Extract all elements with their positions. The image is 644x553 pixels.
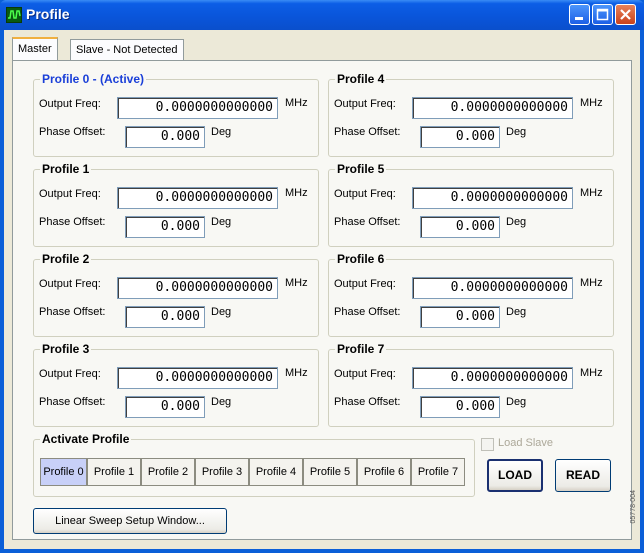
activate-profile-0-button[interactable]: Profile 0 [40, 458, 87, 486]
phase-offset-label: Phase Offset: [39, 216, 106, 228]
output-freq-field[interactable]: 0.0000000000000 [412, 187, 573, 209]
load-button[interactable]: LOAD [487, 459, 543, 492]
deg-label: Deg [506, 216, 527, 228]
deg-label: Deg [211, 396, 232, 408]
minimize-icon [575, 17, 583, 20]
mhz-label: MHz [580, 187, 603, 199]
phase-offset-field[interactable]: 0.000 [125, 396, 205, 418]
phase-offset-label: Phase Offset: [39, 396, 106, 408]
profile-title: Profile 4 [335, 72, 387, 86]
read-button[interactable]: READ [555, 459, 611, 492]
phase-offset-label: Phase Offset: [334, 216, 401, 228]
profile-title: Profile 0 - (Active) [40, 72, 147, 86]
activate-profile-4-button[interactable]: Profile 4 [249, 458, 303, 486]
phase-offset-field[interactable]: 0.000 [125, 306, 205, 328]
output-freq-field[interactable]: 0.0000000000000 [412, 367, 573, 389]
profile-group-3: Profile 3 Output Freq: 0.0000000000000 M… [33, 342, 319, 427]
tab-master[interactable]: Master [12, 37, 58, 60]
minimize-button[interactable] [569, 4, 590, 25]
phase-offset-field[interactable]: 0.000 [420, 216, 500, 238]
mhz-label: MHz [285, 97, 308, 109]
phase-offset-field[interactable]: 0.000 [420, 126, 500, 148]
activate-profile-title: Activate Profile [40, 432, 132, 446]
deg-label: Deg [506, 126, 527, 138]
activate-profile-7-button[interactable]: Profile 7 [411, 458, 465, 486]
output-freq-label: Output Freq: [39, 188, 101, 200]
output-freq-field[interactable]: 0.0000000000000 [117, 97, 278, 119]
output-freq-label: Output Freq: [334, 368, 396, 380]
profile-group-1: Profile 1 Output Freq: 0.0000000000000 M… [33, 162, 319, 247]
mhz-label: MHz [580, 97, 603, 109]
output-freq-field[interactable]: 0.0000000000000 [412, 277, 573, 299]
linear-sweep-setup-button[interactable]: Linear Sweep Setup Window... [33, 508, 227, 534]
close-button[interactable] [615, 4, 636, 25]
client-area: Master Slave - Not Detected Profile 0 - … [4, 30, 640, 549]
activate-profile-2-button[interactable]: Profile 2 [141, 458, 195, 486]
output-freq-label: Output Freq: [39, 368, 101, 380]
profile-group-0: Profile 0 - (Active) Output Freq: 0.0000… [33, 72, 319, 157]
output-freq-label: Output Freq: [334, 278, 396, 290]
phase-offset-label: Phase Offset: [39, 306, 106, 318]
waveform-icon [6, 7, 22, 23]
profile-group-7: Profile 7 Output Freq: 0.0000000000000 M… [328, 342, 614, 427]
output-freq-field[interactable]: 0.0000000000000 [117, 367, 278, 389]
master-tab-panel: Profile 0 - (Active) Output Freq: 0.0000… [12, 60, 632, 540]
window-title: Profile [26, 6, 70, 22]
activate-profile-5-button[interactable]: Profile 5 [303, 458, 357, 486]
profile-group-2: Profile 2 Output Freq: 0.0000000000000 M… [33, 252, 319, 337]
load-slave-checkbox[interactable] [481, 438, 494, 451]
maximize-button[interactable] [592, 4, 613, 25]
phase-offset-label: Phase Offset: [39, 126, 106, 138]
title-bar[interactable]: Profile [0, 0, 644, 30]
profile-title: Profile 7 [335, 342, 387, 356]
mhz-label: MHz [580, 367, 603, 379]
figure-code: 05778-004 [630, 490, 637, 524]
close-icon [620, 9, 631, 20]
profile-group-4: Profile 4 Output Freq: 0.0000000000000 M… [328, 72, 614, 157]
profile-title: Profile 5 [335, 162, 387, 176]
mhz-label: MHz [285, 367, 308, 379]
phase-offset-label: Phase Offset: [334, 396, 401, 408]
output-freq-label: Output Freq: [334, 188, 396, 200]
output-freq-field[interactable]: 0.0000000000000 [412, 97, 573, 119]
output-freq-label: Output Freq: [39, 98, 101, 110]
load-slave-label: Load Slave [498, 437, 554, 449]
profile-title: Profile 2 [40, 252, 92, 266]
phase-offset-field[interactable]: 0.000 [125, 126, 205, 148]
phase-offset-label: Phase Offset: [334, 306, 401, 318]
deg-label: Deg [506, 396, 527, 408]
activate-profile-group: Activate Profile Profile 0 Profile 1 Pro… [33, 432, 475, 497]
profile-window: Profile Master Slave - Not Detected Prof… [0, 0, 644, 553]
mhz-label: MHz [580, 277, 603, 289]
output-freq-label: Output Freq: [334, 98, 396, 110]
activate-profile-3-button[interactable]: Profile 3 [195, 458, 249, 486]
activate-profile-1-button[interactable]: Profile 1 [87, 458, 141, 486]
phase-offset-field[interactable]: 0.000 [420, 306, 500, 328]
tab-slave[interactable]: Slave - Not Detected [70, 39, 184, 60]
profile-title: Profile 3 [40, 342, 92, 356]
output-freq-field[interactable]: 0.0000000000000 [117, 277, 278, 299]
mhz-label: MHz [285, 277, 308, 289]
maximize-icon [596, 8, 609, 21]
activate-profile-6-button[interactable]: Profile 6 [357, 458, 411, 486]
output-freq-label: Output Freq: [39, 278, 101, 290]
mhz-label: MHz [285, 187, 308, 199]
phase-offset-field[interactable]: 0.000 [420, 396, 500, 418]
phase-offset-label: Phase Offset: [334, 126, 401, 138]
deg-label: Deg [211, 306, 232, 318]
profile-group-6: Profile 6 Output Freq: 0.0000000000000 M… [328, 252, 614, 337]
output-freq-field[interactable]: 0.0000000000000 [117, 187, 278, 209]
profile-group-5: Profile 5 Output Freq: 0.0000000000000 M… [328, 162, 614, 247]
deg-label: Deg [211, 126, 232, 138]
profile-title: Profile 6 [335, 252, 387, 266]
deg-label: Deg [211, 216, 232, 228]
profile-title: Profile 1 [40, 162, 92, 176]
deg-label: Deg [506, 306, 527, 318]
phase-offset-field[interactable]: 0.000 [125, 216, 205, 238]
